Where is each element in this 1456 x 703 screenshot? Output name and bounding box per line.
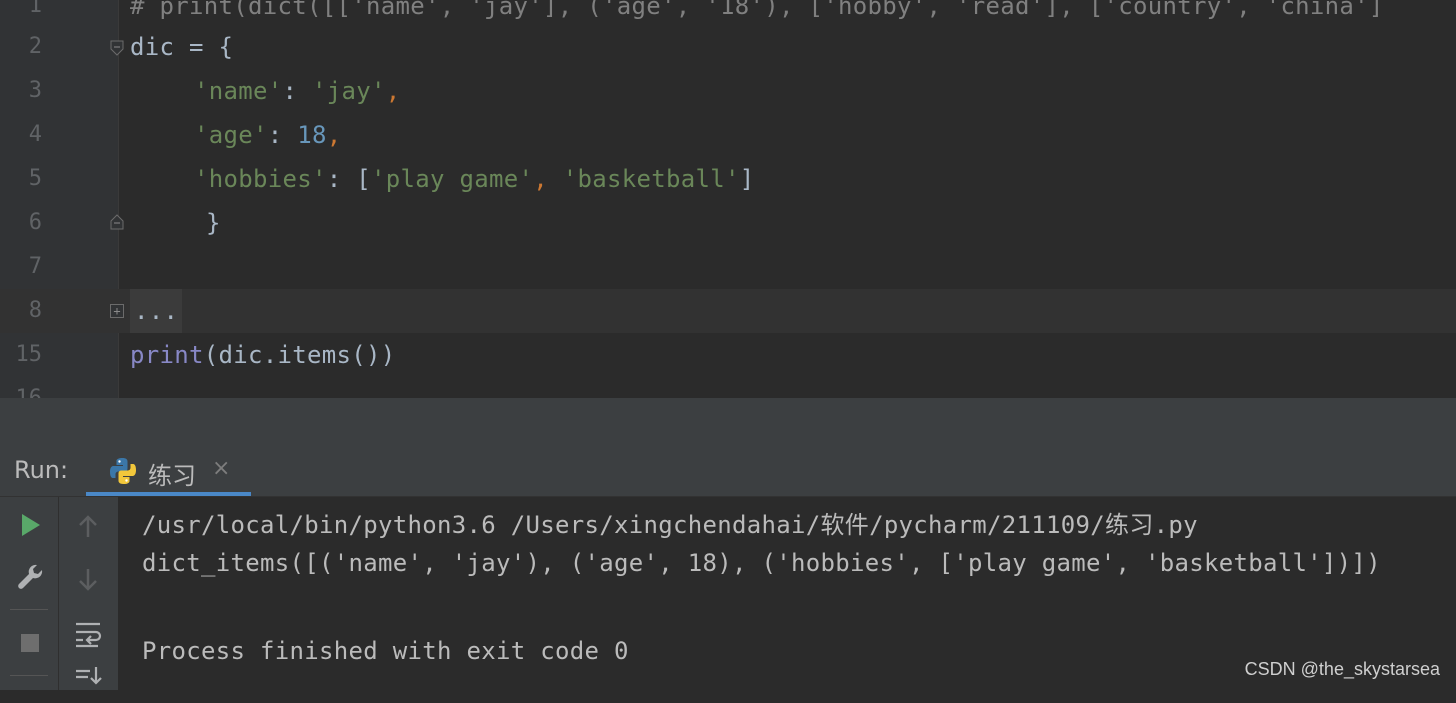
token: , (533, 165, 563, 193)
token: ] (739, 165, 755, 193)
fold-open-icon[interactable] (110, 40, 124, 56)
string-token: 'hobbies' (194, 165, 327, 193)
line-number: 4 (28, 122, 42, 147)
line-number: 7 (28, 254, 42, 279)
token: : [ (326, 165, 371, 193)
token: , (385, 77, 401, 105)
fold-close-icon[interactable] (110, 214, 124, 230)
string-token: 'age' (194, 121, 268, 149)
string-token: 'jay' (312, 77, 386, 105)
python-icon (108, 456, 138, 486)
token: : (282, 77, 312, 105)
string-token: 'play game' (371, 165, 534, 193)
code-line-5[interactable]: 5 'hobbies': ['play game', 'basketball'] (0, 157, 1456, 201)
wrench-icon[interactable] (10, 557, 50, 597)
token: , (326, 121, 342, 149)
run-icon[interactable] (10, 505, 50, 545)
line-number: 5 (28, 166, 42, 191)
toolbar-separator (10, 609, 48, 610)
code-text: 'age': 18, (194, 113, 342, 157)
code-line-4[interactable]: 4 'age': 18, (0, 113, 1456, 157)
soft-wrap-icon[interactable] (68, 613, 108, 653)
code-editor[interactable]: 1 # print(dict([['name', 'jay'], ('age',… (0, 0, 1456, 398)
token: = { (174, 33, 234, 61)
line-number: 2 (28, 34, 42, 59)
token: : (267, 121, 298, 149)
code-line-3[interactable]: 3 'name': 'jay', (0, 69, 1456, 113)
token: (dic.items()) (203, 341, 396, 369)
console-line: Process finished with exit code 0 (142, 637, 629, 665)
watermark: CSDN @the_skystarsea (1244, 659, 1440, 679)
tab-label: 练习 (148, 462, 196, 490)
panel-splitter[interactable] (0, 398, 1456, 444)
code-text: 'name': 'jay', (194, 69, 401, 113)
number-token: 18 (297, 121, 327, 149)
string-token: 'basketball' (562, 165, 740, 193)
code-text: ... (130, 289, 183, 333)
code-line-1[interactable]: 1 # print(dict([['name', 'jay'], ('age',… (0, 0, 1456, 28)
active-tab-indicator (86, 492, 251, 496)
run-tab[interactable]: 练习 × (86, 444, 251, 496)
line-number: 8 (28, 298, 42, 323)
code-line-16[interactable]: 16 (0, 377, 1456, 398)
line-number: 3 (28, 78, 42, 103)
run-toolbar (0, 497, 118, 690)
line-number: 16 (0, 377, 43, 398)
comment-text: # print(dict([['name', 'jay'], ('age', '… (130, 0, 1384, 20)
down-arrow-icon[interactable] (68, 559, 108, 599)
code-line-8[interactable]: 8 + ... (0, 289, 1456, 333)
string-token: 'name' (194, 77, 283, 105)
close-icon[interactable]: × (212, 456, 230, 481)
run-label: Run: (14, 456, 69, 484)
line-number: 15 (15, 342, 43, 367)
code-line-2[interactable]: 2 dic = { (0, 25, 1456, 69)
folded-region[interactable]: ... (130, 289, 183, 333)
code-text: print(dic.items()) (130, 333, 396, 377)
line-number: 1 (28, 0, 42, 18)
scroll-to-end-icon[interactable] (68, 659, 108, 699)
line-number: 6 (28, 210, 42, 235)
code-line-15[interactable]: 15 print(dic.items()) (0, 333, 1456, 377)
toolbar-divider (58, 497, 59, 690)
code-text: dic = { (130, 25, 233, 69)
stop-icon[interactable] (10, 623, 50, 663)
code-text: 'hobbies': ['play game', 'basketball'] (194, 157, 755, 201)
run-panel-header: Run: 练习 × (0, 444, 1456, 497)
token: dic (130, 33, 175, 61)
code-line-7[interactable]: 7 (0, 245, 1456, 289)
console-line: dict_items([('name', 'jay'), ('age', 18)… (142, 549, 1381, 577)
toolbar-separator (10, 675, 48, 676)
fold-expand-icon[interactable]: + (110, 304, 124, 318)
console-line: /usr/local/bin/python3.6 /Users/xingchen… (142, 511, 1198, 539)
up-arrow-icon[interactable] (68, 507, 108, 547)
code-line-6[interactable]: 6 } (0, 201, 1456, 245)
builtin-token: print (130, 341, 204, 369)
code-text: } (206, 209, 221, 237)
